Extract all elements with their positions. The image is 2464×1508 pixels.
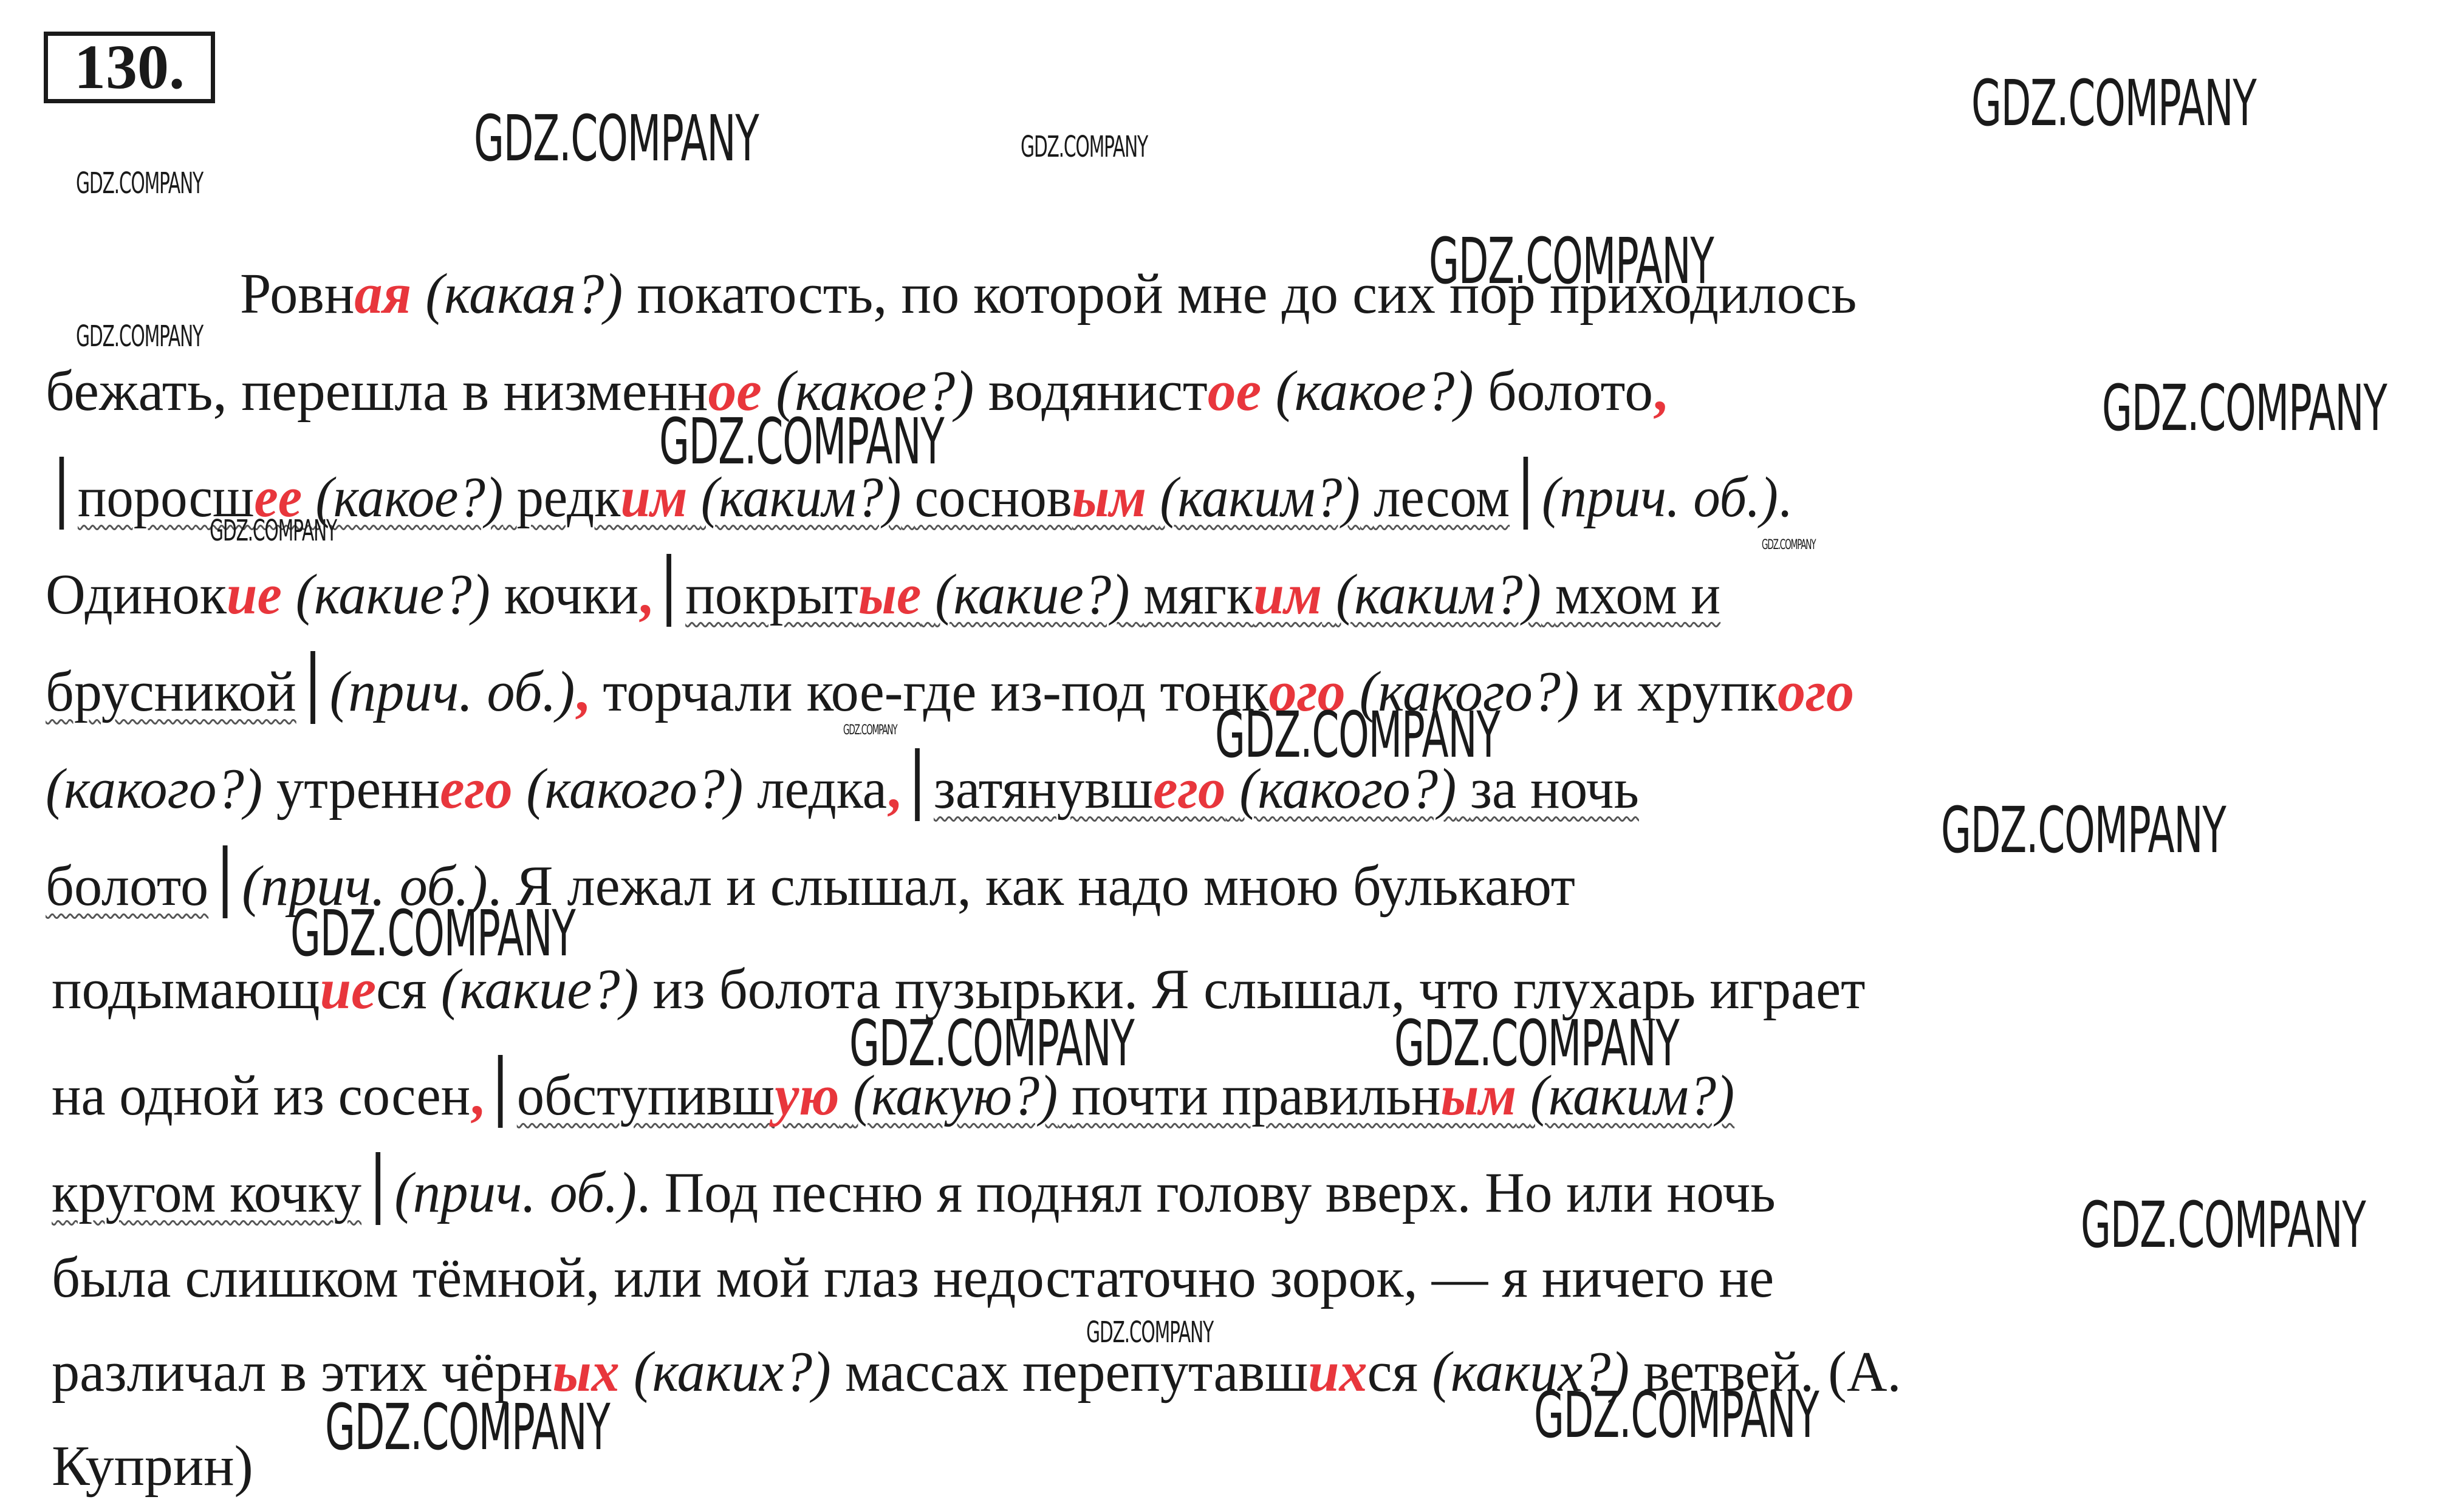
phrase-note: (прич. об.) [329, 660, 575, 723]
watermark: GDZ.COMPANY [849, 1006, 1135, 1080]
watermark: GDZ.COMPANY [325, 1390, 611, 1464]
watermark: GDZ.COMPANY [2102, 371, 2387, 445]
question: (какого?) [526, 757, 744, 821]
watermark: GDZ.COMPANY [474, 101, 759, 176]
ending: ую [775, 1064, 840, 1127]
comma: , [1653, 360, 1668, 423]
question: (какие?) [295, 563, 490, 626]
participial-phrase: брусникой [46, 660, 296, 723]
watermark: GDZ.COMPANY [210, 514, 337, 548]
watermark: GDZ.COMPANY [1429, 224, 1714, 298]
question: (каким?) [1160, 466, 1360, 529]
text-line-4: Одинокие (какие?) кочки, покрытые (какие?… [46, 554, 1720, 627]
text-line-7: болото (прич. об.). Я лежал и слышал, как… [46, 845, 1575, 918]
ending: ие [226, 563, 282, 626]
ending: им [1253, 563, 1323, 626]
phrase-boundary [1523, 457, 1528, 530]
ending: ое [1207, 360, 1262, 423]
watermark: GDZ.COMPANY [1394, 1006, 1680, 1080]
watermark: GDZ.COMPANY [659, 404, 945, 479]
ending: ым [1072, 466, 1147, 529]
text-line-11: была слишком тёмной, или мой глаз недост… [52, 1246, 1774, 1309]
ending: ая [354, 262, 412, 326]
participial-phrase: кругом кочку [52, 1161, 362, 1224]
text-line-5: брусникой (прич. об.), торчали кое-где из… [46, 651, 1854, 724]
question: (каким?) [1335, 563, 1541, 626]
question: (какая?) [425, 262, 623, 326]
comma: , [887, 757, 901, 821]
question: (какого?) [46, 757, 263, 821]
comma: , [470, 1064, 484, 1127]
watermark: GDZ.COMPANY [1215, 698, 1501, 772]
participial-phrase: болото [46, 855, 209, 918]
watermark: GDZ.COMPANY [76, 166, 204, 200]
ending: ые [858, 563, 922, 626]
phrase-boundary [222, 845, 228, 918]
participial-phrase: покрытые (какие?) мягким (каким?) мхом и [685, 563, 1721, 626]
exercise-page: 130. Ровная (какая?) покатость, по котор… [0, 0, 2464, 1508]
watermark: GDZ.COMPANY [76, 319, 204, 353]
phrase-boundary [310, 651, 316, 724]
exercise-number: 130. [44, 32, 215, 103]
phrase-boundary [666, 554, 671, 627]
watermark: GDZ.COMPANY [1021, 130, 1148, 164]
watermark: GDZ.COMPANY [2081, 1188, 2366, 1262]
watermark: GDZ.COMPANY [290, 896, 576, 971]
phrase-boundary [375, 1152, 381, 1225]
watermark: GDZ.COMPANY [1086, 1315, 1214, 1349]
question: (какое?) [1275, 360, 1474, 423]
phrase-note: (прич. об.) [1542, 466, 1778, 529]
watermark: GDZ.COMPANY [1762, 537, 1816, 553]
ending: его [440, 757, 513, 821]
text-line-13: Куприн) [52, 1435, 253, 1498]
text-line-10: кругом кочку (прич. об.). Под песню я под… [52, 1152, 1776, 1225]
phrase-note: (прич. об.) [394, 1161, 637, 1224]
watermark: GDZ.COMPANY [1534, 1378, 1819, 1452]
question: (каких?) [633, 1340, 831, 1404]
comma: , [575, 660, 589, 723]
phrase-boundary [59, 457, 64, 530]
watermark: GDZ.COMPANY [843, 723, 898, 738]
ending: их [1308, 1340, 1367, 1404]
ending: ого [1777, 660, 1855, 723]
phrase-boundary [914, 748, 920, 821]
watermark: GDZ.COMPANY [1971, 66, 2257, 140]
question: (какое?) [315, 466, 504, 529]
phrase-boundary [498, 1055, 503, 1128]
question: (какие?) [935, 563, 1130, 626]
watermark: GDZ.COMPANY [1941, 793, 2226, 867]
comma: , [638, 563, 652, 626]
